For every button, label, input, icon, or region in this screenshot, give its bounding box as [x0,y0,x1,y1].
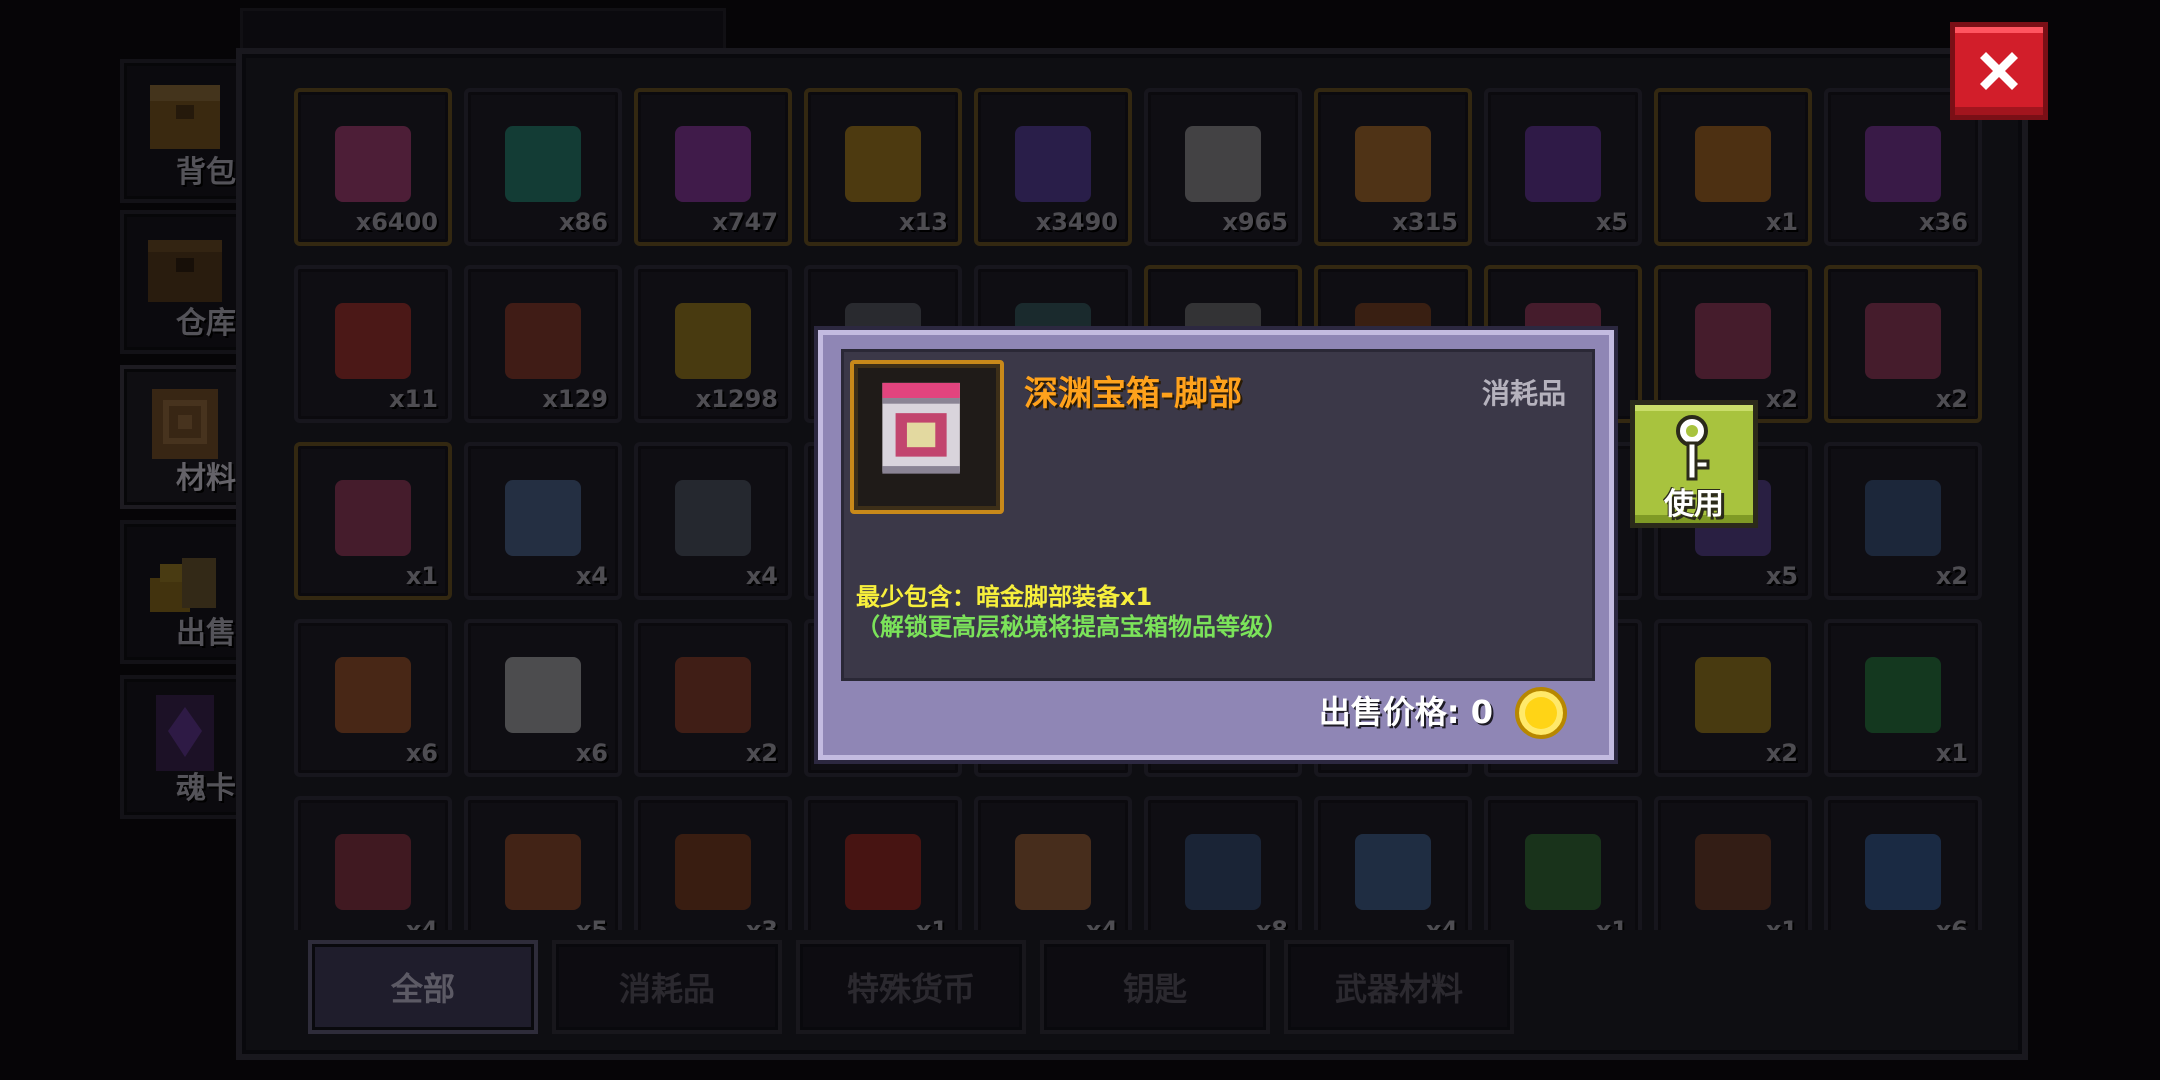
item-thumbnail [850,360,1004,514]
desc-guaranteed: 最少包含：暗金脚部装备x1 [856,583,1153,611]
coin-icon [1515,687,1567,739]
use-label: 使用 [1664,487,1724,522]
close-icon [1980,52,2018,90]
item-detail-popup: 深渊宝箱-脚部 消耗品 最少包含：暗金脚部装备x1（解锁更高层秘境将提高宝箱物品… [818,330,1614,760]
use-button[interactable]: 使用 [1630,400,1758,528]
item-title: 深渊宝箱-脚部 [1024,374,1243,414]
close-button[interactable] [1950,22,2048,120]
sell-price: 出售价格: 0 [1318,693,1493,731]
item-description: 最少包含：暗金脚部装备x1（解锁更高层秘境将提高宝箱物品等级） [856,582,1576,642]
desc-unlock-hint: （解锁更高层秘境将提高宝箱物品等级） [856,613,1288,641]
item-type: 消耗品 [1481,377,1566,410]
popup-footer: 出售价格: 0 [841,683,1589,741]
key-icon [1676,415,1710,481]
abyss-chest-icon [882,382,960,474]
popup-body: 深渊宝箱-脚部 消耗品 最少包含：暗金脚部装备x1（解锁更高层秘境将提高宝箱物品… [841,349,1595,681]
